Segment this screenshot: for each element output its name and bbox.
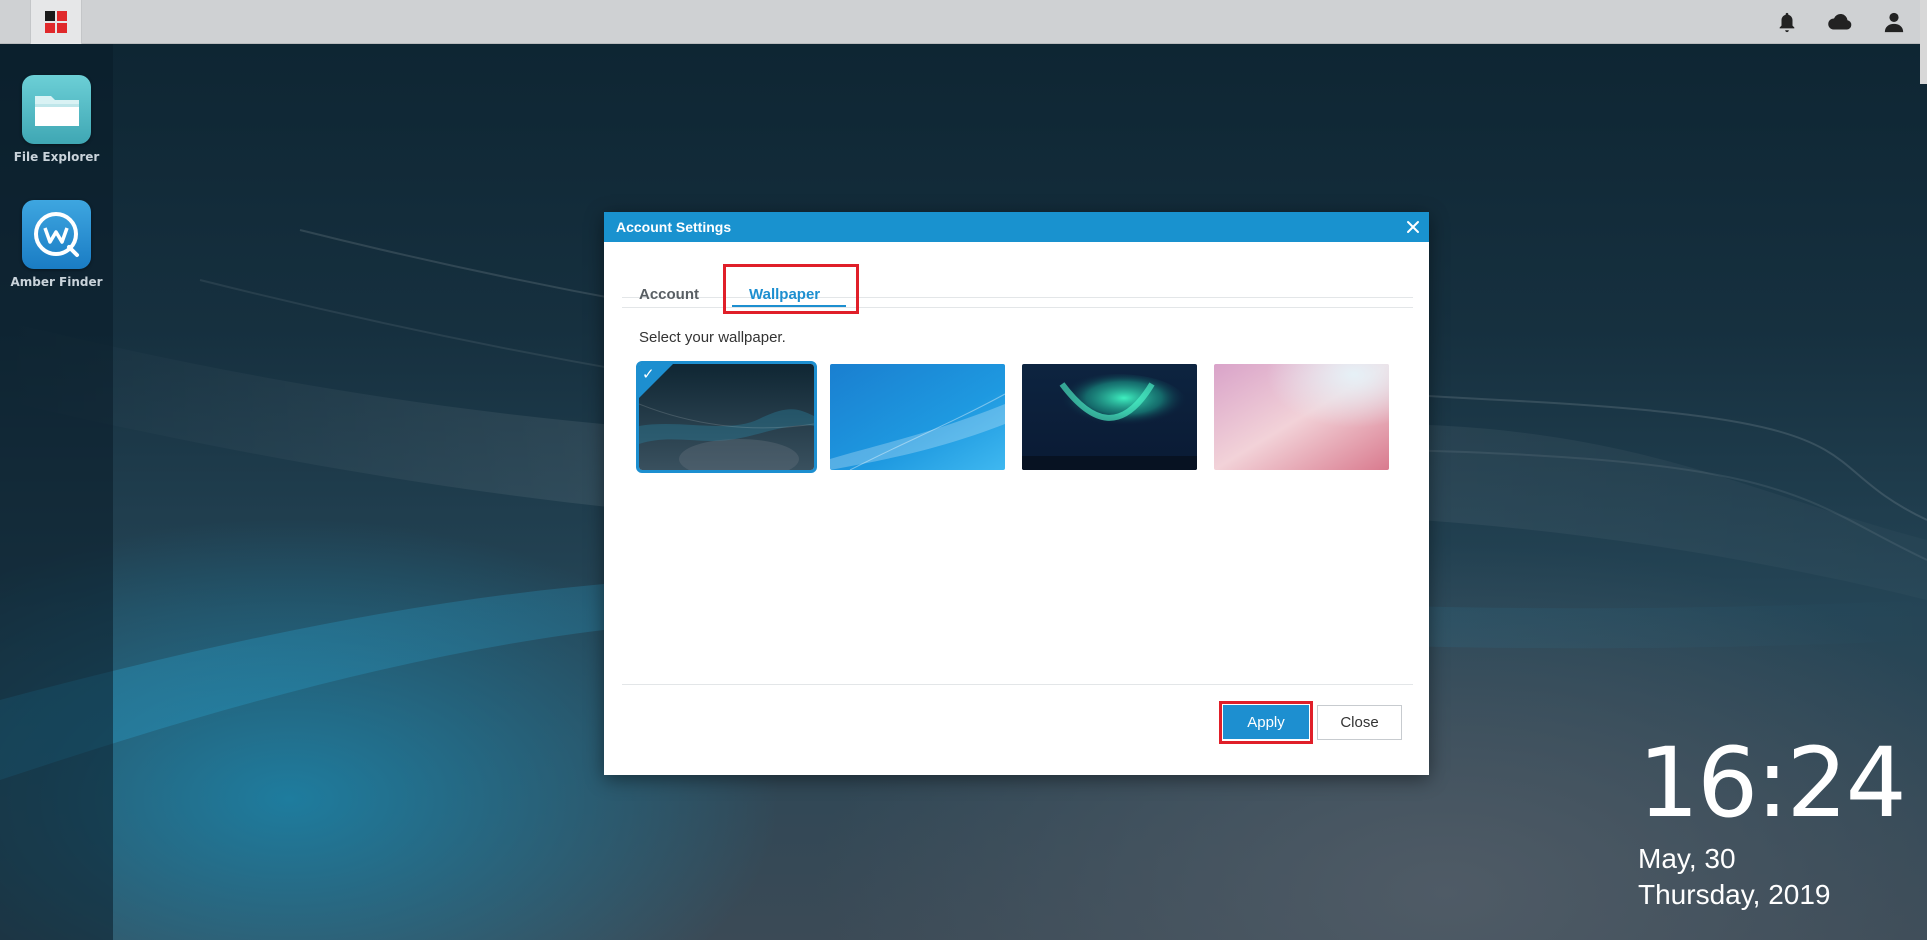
apply-button[interactable]: Apply — [1223, 705, 1309, 739]
app-grid-icon — [45, 11, 67, 33]
desktop-clock: 16:24 May, 30 Thursday, 2019 — [1638, 727, 1907, 913]
dialog-header: Account Settings — [604, 212, 1429, 242]
footer-divider — [622, 684, 1413, 685]
tabs-divider — [622, 307, 1413, 308]
dialog-close-button[interactable] — [1403, 217, 1423, 237]
app-dock: File Explorer Amber Finder — [0, 44, 113, 940]
scrollbar[interactable] — [1920, 0, 1927, 84]
wallpaper-option-blue-wave[interactable] — [830, 364, 1005, 470]
amber-finder-icon — [22, 200, 91, 269]
clock-time: 16:24 — [1638, 727, 1907, 839]
close-button[interactable]: Close — [1317, 705, 1402, 740]
wallpaper-option-aurora[interactable] — [1022, 364, 1197, 470]
top-bar — [0, 0, 1927, 84]
app-label: File Explorer — [13, 150, 100, 164]
app-label: Amber Finder — [10, 275, 103, 289]
close-icon — [1407, 221, 1419, 233]
folder-icon — [22, 75, 91, 144]
clock-day: Thursday, 2019 — [1638, 879, 1831, 910]
dock-app-file-explorer[interactable]: File Explorer — [0, 75, 113, 164]
wallpaper-option-pink-gradient[interactable] — [1214, 364, 1389, 470]
tab-account[interactable]: Account — [639, 279, 699, 309]
start-menu-button[interactable] — [30, 0, 82, 44]
clock-date: May, 30 — [1638, 843, 1736, 874]
dock-app-amber-finder[interactable]: Amber Finder — [0, 200, 113, 289]
checkmark-icon: ✓ — [642, 365, 655, 383]
dialog-title: Account Settings — [616, 219, 732, 235]
account-settings-dialog: Account Settings Account Wallpaper Selec… — [604, 212, 1429, 775]
bell-icon[interactable] — [1771, 6, 1803, 38]
wallpaper-option-dark-wave[interactable]: ✓ — [636, 361, 817, 473]
user-icon[interactable] — [1878, 6, 1910, 38]
cloud-icon[interactable] — [1824, 6, 1856, 38]
wallpaper-prompt: Select your wallpaper. — [639, 329, 786, 346]
